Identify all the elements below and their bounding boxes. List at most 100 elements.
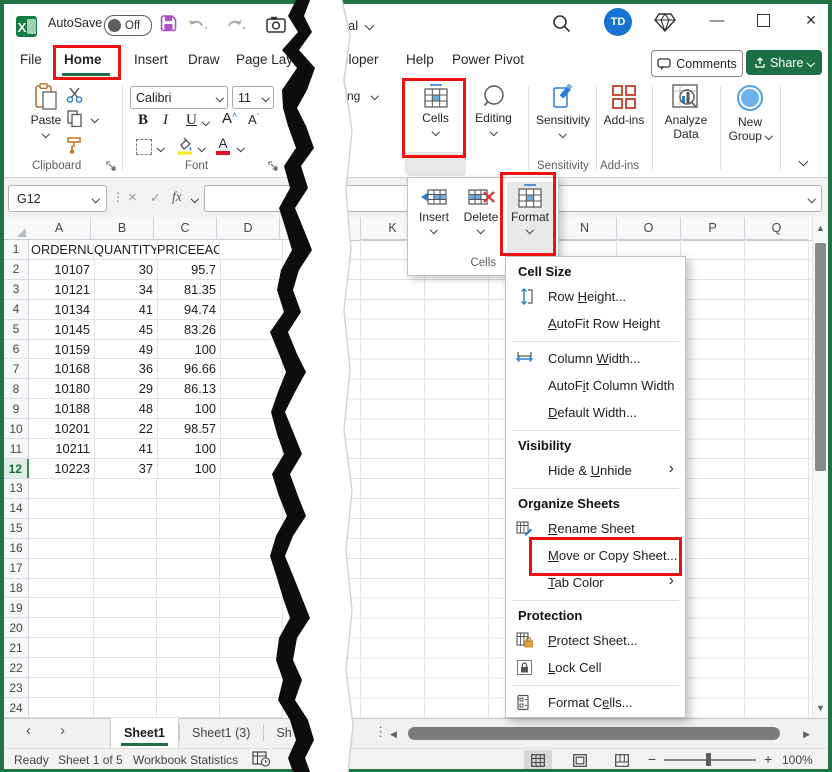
save-icon[interactable] bbox=[160, 15, 177, 32]
normal-view-button[interactable] bbox=[524, 750, 552, 770]
cell-A16[interactable] bbox=[28, 539, 94, 559]
row-header-19[interactable]: 19 bbox=[4, 599, 29, 619]
cell-B23[interactable] bbox=[91, 678, 157, 698]
cell-A5[interactable]: 10145 bbox=[28, 320, 95, 340]
column-header-C[interactable]: C bbox=[154, 217, 217, 240]
horizontal-scrollbar[interactable]: ◀ ▶ bbox=[390, 725, 810, 743]
undo-icon[interactable] bbox=[188, 16, 208, 32]
sheet-tab-sheet1[interactable]: Sheet1 bbox=[110, 718, 179, 748]
cell-A2[interactable]: 10107 bbox=[28, 260, 95, 280]
row-header-4[interactable]: 4 bbox=[4, 300, 29, 320]
insert-function-icon[interactable]: fx bbox=[172, 189, 182, 205]
cell-D5[interactable] bbox=[217, 320, 283, 340]
clipboard-dialog-launcher-icon[interactable] bbox=[106, 161, 116, 171]
vertical-scroll-thumb[interactable] bbox=[815, 243, 826, 471]
cell-B3[interactable]: 34 bbox=[91, 280, 158, 300]
copy-icon[interactable] bbox=[67, 110, 82, 127]
workbook-statistics-icon[interactable] bbox=[252, 751, 270, 767]
cell-C10[interactable]: 98.57 bbox=[154, 419, 221, 439]
cell-D15[interactable] bbox=[217, 519, 283, 539]
row-header-13[interactable]: 13 bbox=[4, 479, 29, 499]
horizontal-scroll-thumb[interactable] bbox=[408, 727, 780, 740]
cell-C2[interactable]: 95.7 bbox=[154, 260, 221, 280]
row-header-6[interactable]: 6 bbox=[4, 340, 29, 360]
select-all-corner[interactable] bbox=[4, 217, 29, 240]
cell-D19[interactable] bbox=[217, 599, 283, 619]
cell-C15[interactable] bbox=[154, 519, 220, 539]
cell-D6[interactable] bbox=[217, 340, 283, 360]
menu-item-format-cells[interactable]: Format Cells... bbox=[506, 689, 685, 716]
cell-A1[interactable]: ORDERNU bbox=[28, 240, 94, 260]
status-sheet-info[interactable]: Sheet 1 of 5 bbox=[58, 753, 123, 767]
search-icon[interactable] bbox=[552, 14, 571, 33]
cell-D2[interactable] bbox=[217, 260, 283, 280]
tab-developer-fragment[interactable]: eloper bbox=[341, 52, 379, 67]
cell-C11[interactable]: 100 bbox=[154, 439, 221, 459]
cell-A22[interactable] bbox=[28, 658, 94, 678]
column-header-P[interactable]: P bbox=[680, 217, 744, 240]
tabbar-drag-handle[interactable]: ⋮ bbox=[374, 724, 387, 740]
cell-B21[interactable] bbox=[91, 638, 157, 658]
insert-cells-button[interactable]: Insert bbox=[411, 182, 457, 252]
cell-D13[interactable] bbox=[217, 479, 283, 499]
conditional-formatting-fragment[interactable]: atting bbox=[331, 89, 360, 103]
cell-D14[interactable] bbox=[217, 499, 283, 519]
cell-A20[interactable] bbox=[28, 618, 94, 638]
column-header-Q[interactable]: Q bbox=[744, 217, 808, 240]
cell-D12[interactable] bbox=[217, 459, 283, 479]
cell-C23[interactable] bbox=[154, 678, 220, 698]
cell-D21[interactable] bbox=[217, 638, 283, 658]
row-header-11[interactable]: 11 bbox=[4, 439, 29, 459]
cell-B2[interactable]: 30 bbox=[91, 260, 158, 280]
cell-A14[interactable] bbox=[28, 499, 94, 519]
cell-A15[interactable] bbox=[28, 519, 94, 539]
cell-D11[interactable] bbox=[217, 439, 283, 459]
menu-item-lock-cell[interactable]: Lock Cell bbox=[506, 654, 685, 681]
cell-C9[interactable]: 100 bbox=[154, 399, 221, 419]
menu-item-column-width[interactable]: Column Width... bbox=[506, 345, 685, 372]
sensitivity-button[interactable]: Sensitivity bbox=[534, 84, 592, 137]
cell-A19[interactable] bbox=[28, 599, 94, 619]
cell-C13[interactable] bbox=[154, 479, 220, 499]
cell-C6[interactable]: 100 bbox=[154, 340, 221, 360]
cell-A10[interactable]: 10201 bbox=[28, 419, 95, 439]
editing-button[interactable]: Editing bbox=[466, 84, 521, 135]
cell-A6[interactable]: 10159 bbox=[28, 340, 95, 360]
cell-C21[interactable] bbox=[154, 638, 220, 658]
tab-page-layout[interactable]: Page Layou bbox=[236, 52, 308, 67]
row-header-9[interactable]: 9 bbox=[4, 399, 29, 419]
increase-font-icon[interactable]: A˄ bbox=[222, 110, 237, 127]
cell-D23[interactable] bbox=[217, 678, 283, 698]
row-header-15[interactable]: 15 bbox=[4, 519, 29, 539]
menu-item-protect-sheet[interactable]: Protect Sheet... bbox=[506, 627, 685, 654]
cell-B5[interactable]: 45 bbox=[91, 320, 158, 340]
cell-B8[interactable]: 29 bbox=[91, 379, 158, 399]
decrease-font-icon[interactable]: Aˇ bbox=[248, 112, 260, 127]
menu-item-autofit-row-height[interactable]: AutoFit Row Height bbox=[506, 310, 685, 337]
column-header-O[interactable]: O bbox=[616, 217, 680, 240]
row-header-8[interactable]: 8 bbox=[4, 379, 29, 399]
cell-B4[interactable]: 41 bbox=[91, 300, 158, 320]
cut-icon[interactable] bbox=[66, 87, 84, 103]
scroll-right-icon[interactable]: ▶ bbox=[803, 729, 810, 740]
row-header-18[interactable]: 18 bbox=[4, 579, 29, 599]
cell-C8[interactable]: 86.13 bbox=[154, 379, 221, 399]
row-header-7[interactable]: 7 bbox=[4, 360, 29, 380]
menu-item-autofit-column-width[interactable]: AutoFit Column Width bbox=[506, 372, 685, 399]
cell-D10[interactable] bbox=[217, 419, 283, 439]
cell-D16[interactable] bbox=[217, 539, 283, 559]
cell-A9[interactable]: 10188 bbox=[28, 399, 95, 419]
row-header-3[interactable]: 3 bbox=[4, 280, 29, 300]
cell-A8[interactable]: 10180 bbox=[28, 379, 95, 399]
cell-D8[interactable] bbox=[217, 379, 283, 399]
comments-button[interactable]: Comments bbox=[651, 50, 743, 77]
cell-D7[interactable] bbox=[217, 360, 283, 380]
status-workbook-statistics[interactable]: Workbook Statistics bbox=[133, 753, 238, 767]
delete-cells-button[interactable]: Delete bbox=[458, 182, 504, 252]
avatar[interactable]: TD bbox=[604, 8, 632, 36]
column-header-B[interactable]: B bbox=[91, 217, 154, 240]
cell-A18[interactable] bbox=[28, 579, 94, 599]
column-header-N[interactable]: N bbox=[552, 217, 616, 240]
analyze-data-button[interactable]: Analyze Data bbox=[658, 84, 714, 141]
font-dialog-launcher-icon[interactable] bbox=[268, 161, 278, 171]
